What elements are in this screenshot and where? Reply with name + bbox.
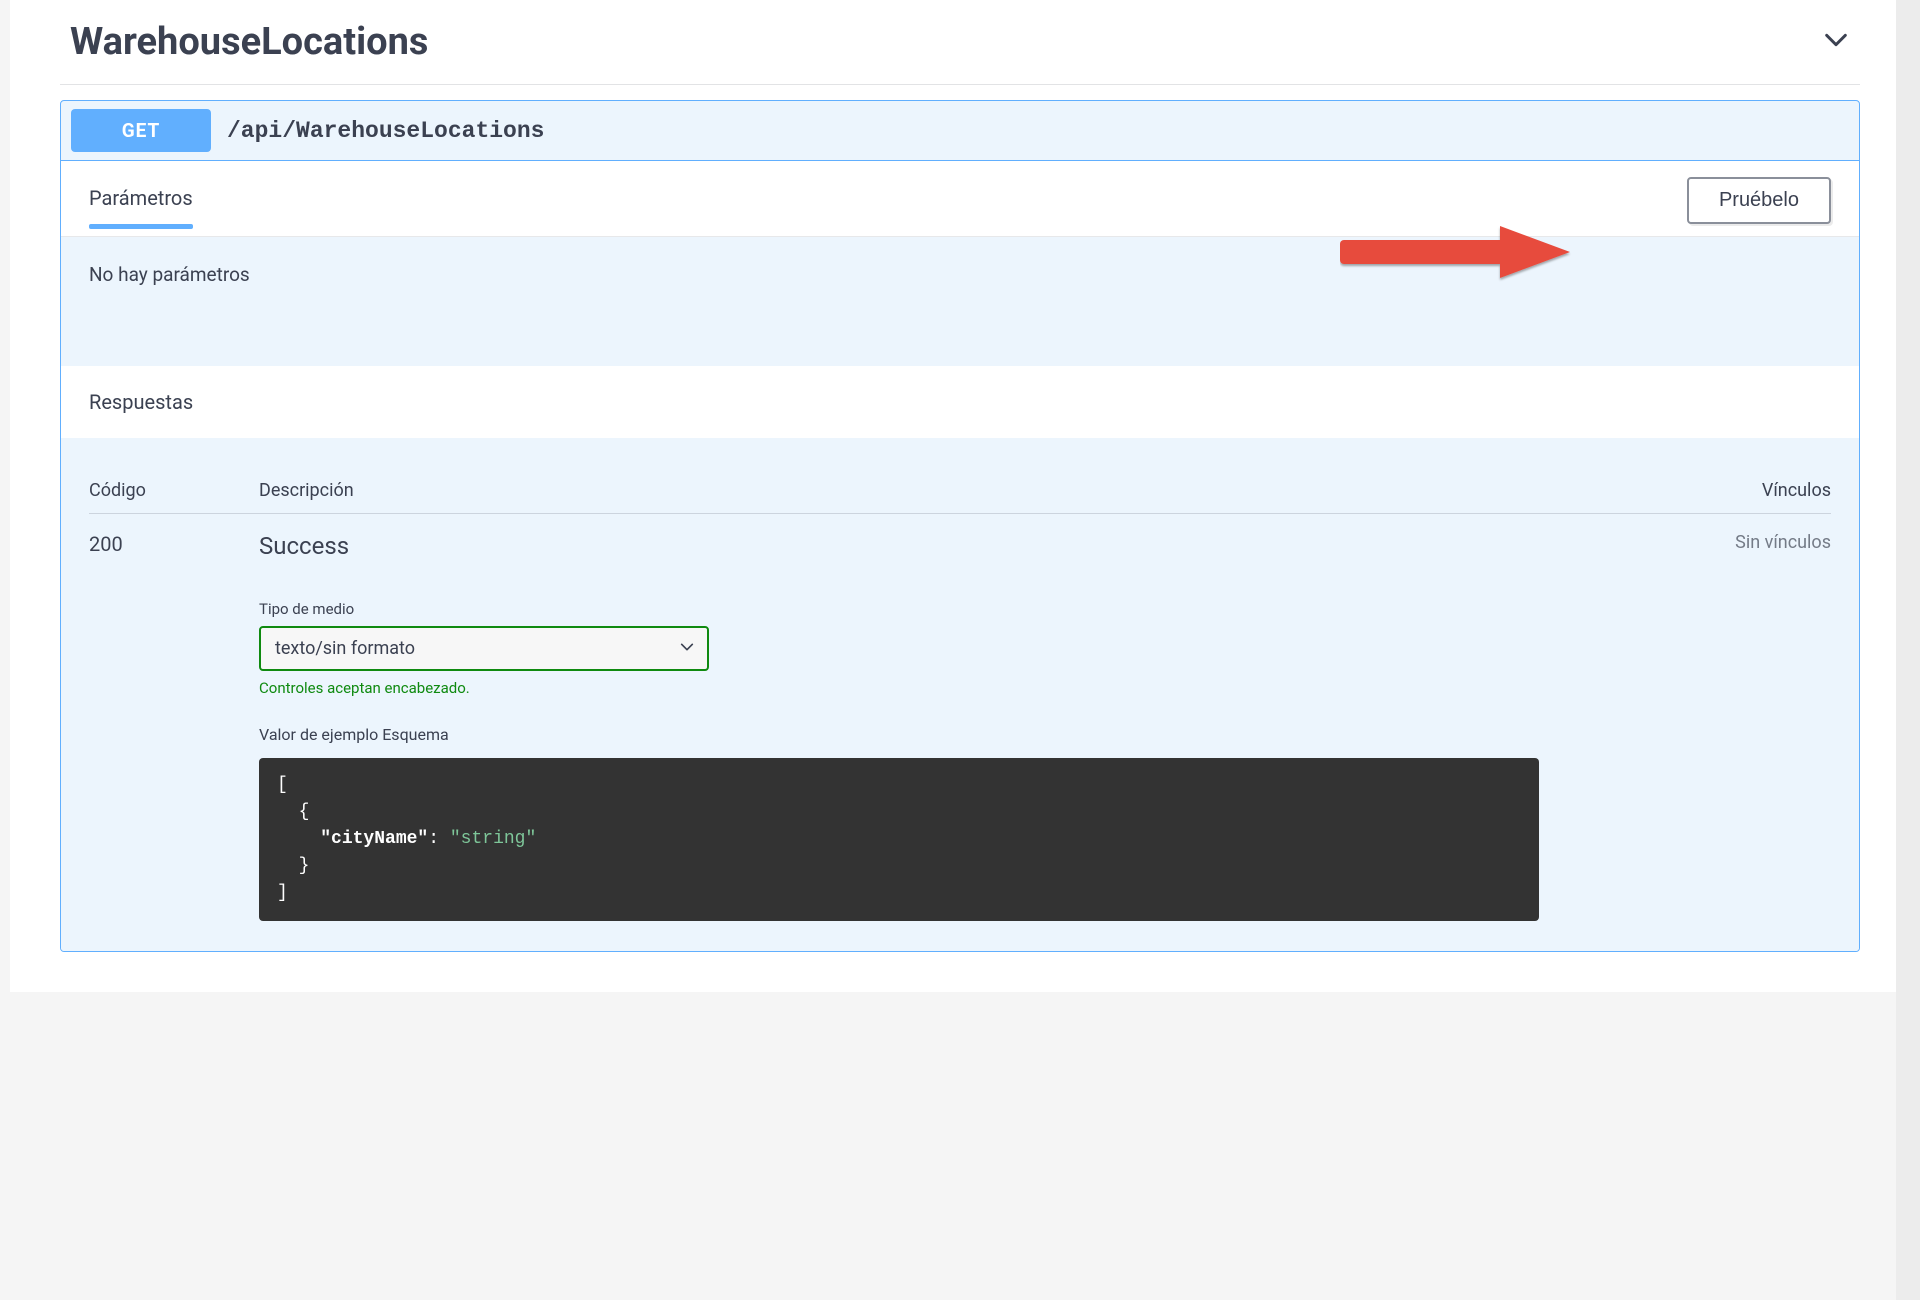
responses-table-head: Código Descripción Vínculos — [89, 468, 1831, 514]
media-type-label: Tipo de medio — [259, 600, 1651, 618]
no-parameters-message: No hay parámetros — [61, 237, 1859, 366]
operation-block: GET /api/WarehouseLocations Parámetros P… — [60, 100, 1860, 952]
response-description: Success Tipo de medio texto/sin formato … — [259, 532, 1651, 921]
response-code: 200 — [89, 532, 259, 921]
tab-parameters[interactable]: Parámetros — [89, 186, 193, 228]
section-header[interactable]: WarehouseLocations — [60, 0, 1860, 85]
col-description: Descripción — [259, 480, 1651, 501]
response-links: Sin vínculos — [1651, 532, 1831, 921]
col-links: Vínculos — [1651, 480, 1831, 501]
operation-path: /api/WarehouseLocations — [227, 118, 544, 144]
try-it-button[interactable]: Pruébelo — [1687, 177, 1831, 224]
col-code: Código — [89, 480, 259, 501]
scrollbar-track[interactable] — [1896, 0, 1920, 1300]
accept-header-note: Controles aceptan encabezado. — [259, 679, 1651, 697]
chevron-down-icon — [1822, 26, 1850, 58]
http-method-badge: GET — [71, 109, 211, 152]
response-row: 200 Success Tipo de medio texto/sin form… — [89, 514, 1831, 921]
operation-summary[interactable]: GET /api/WarehouseLocations — [61, 101, 1859, 161]
json-key: "cityName" — [320, 829, 428, 849]
response-description-title: Success — [259, 532, 1651, 560]
media-select-wrap: texto/sin formato — [259, 626, 709, 671]
responses-heading: Respuestas — [61, 366, 1859, 438]
example-code-block: [ { "cityName": "string" } ] — [259, 758, 1539, 921]
json-value: "string" — [450, 829, 536, 849]
parameters-tab-row: Parámetros Pruébelo — [61, 161, 1859, 237]
example-value-label: Valor de ejemplo Esquema — [259, 725, 1651, 744]
section-title: WarehouseLocations — [70, 20, 428, 64]
media-type-select[interactable]: texto/sin formato — [259, 626, 709, 671]
